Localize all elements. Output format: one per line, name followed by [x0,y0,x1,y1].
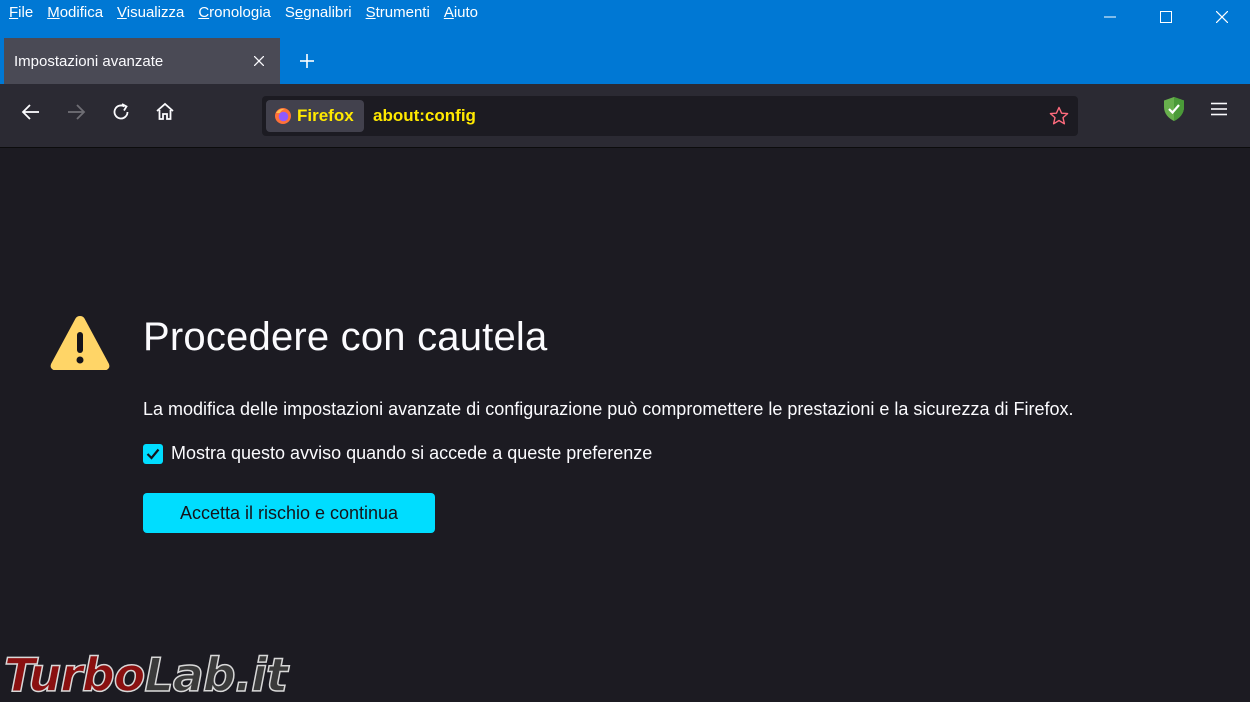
close-window-button[interactable] [1194,0,1250,34]
turbolab-watermark-logo: TurboLab.it [3,647,288,702]
reload-button[interactable] [105,96,137,128]
menu-bar: File Modifica Visualizza Cronologia Segn… [0,0,485,26]
nav-toolbar: Firefox about:config [0,84,1250,148]
title-bar: File Modifica Visualizza Cronologia Segn… [0,0,1250,84]
tab-close-button[interactable] [250,52,268,70]
firefox-logo-icon [275,108,291,124]
plus-icon [300,54,314,68]
tab-impostazioni-avanzate[interactable]: Impostazioni avanzate [4,38,280,84]
minimize-button[interactable] [1082,0,1138,34]
new-tab-button[interactable] [292,46,322,76]
menu-aiuto[interactable]: Aiuto [437,1,485,25]
adblock-extension-button[interactable] [1162,96,1186,122]
menu-strumenti[interactable]: Strumenti [359,1,437,25]
identity-box[interactable]: Firefox [266,100,364,132]
maximize-icon [1160,11,1172,23]
url-text[interactable]: about:config [373,96,476,136]
app-menu-button[interactable] [1206,96,1232,122]
menu-modifica[interactable]: Modifica [40,1,110,25]
accept-risk-button[interactable]: Accetta il rischio e continua [143,493,435,533]
close-icon [1216,11,1228,23]
tab-title: Impostazioni avanzate [14,52,164,70]
checkmark-icon [146,448,160,460]
show-warning-checkbox[interactable] [143,443,163,464]
url-bar[interactable]: Firefox about:config [262,96,1078,136]
menu-cronologia[interactable]: Cronologia [191,1,278,25]
warning-description: La modifica delle impostazioni avanzate … [143,399,1074,419]
minimize-icon [1104,16,1116,18]
maximize-button[interactable] [1138,0,1194,34]
hamburger-menu-icon [1211,102,1227,116]
show-warning-label[interactable]: Mostra questo avviso quando si accede a … [171,443,652,464]
close-icon [254,56,264,66]
home-button[interactable] [149,96,181,128]
home-icon [156,102,174,120]
bookmark-star-button[interactable] [1048,105,1070,127]
page-title: Procedere con cautela [143,315,548,359]
menu-segnalibri[interactable]: Segnalibri [278,1,359,25]
page-content: Procedere con cautela La modifica delle … [0,149,1250,702]
back-button[interactable] [15,96,47,128]
menu-file[interactable]: File [2,1,40,25]
show-warning-checkbox-row: Mostra questo avviso quando si accede a … [143,443,652,464]
arrow-right-icon [68,104,86,120]
window-controls [1082,0,1250,34]
forward-button[interactable] [60,96,92,128]
warning-icon [50,316,110,370]
identity-label: Firefox [297,106,354,125]
star-icon [1049,106,1069,125]
reload-icon [113,103,129,120]
arrow-left-icon [21,104,39,120]
shield-check-icon [1164,97,1184,121]
menu-visualizza[interactable]: Visualizza [110,1,191,25]
